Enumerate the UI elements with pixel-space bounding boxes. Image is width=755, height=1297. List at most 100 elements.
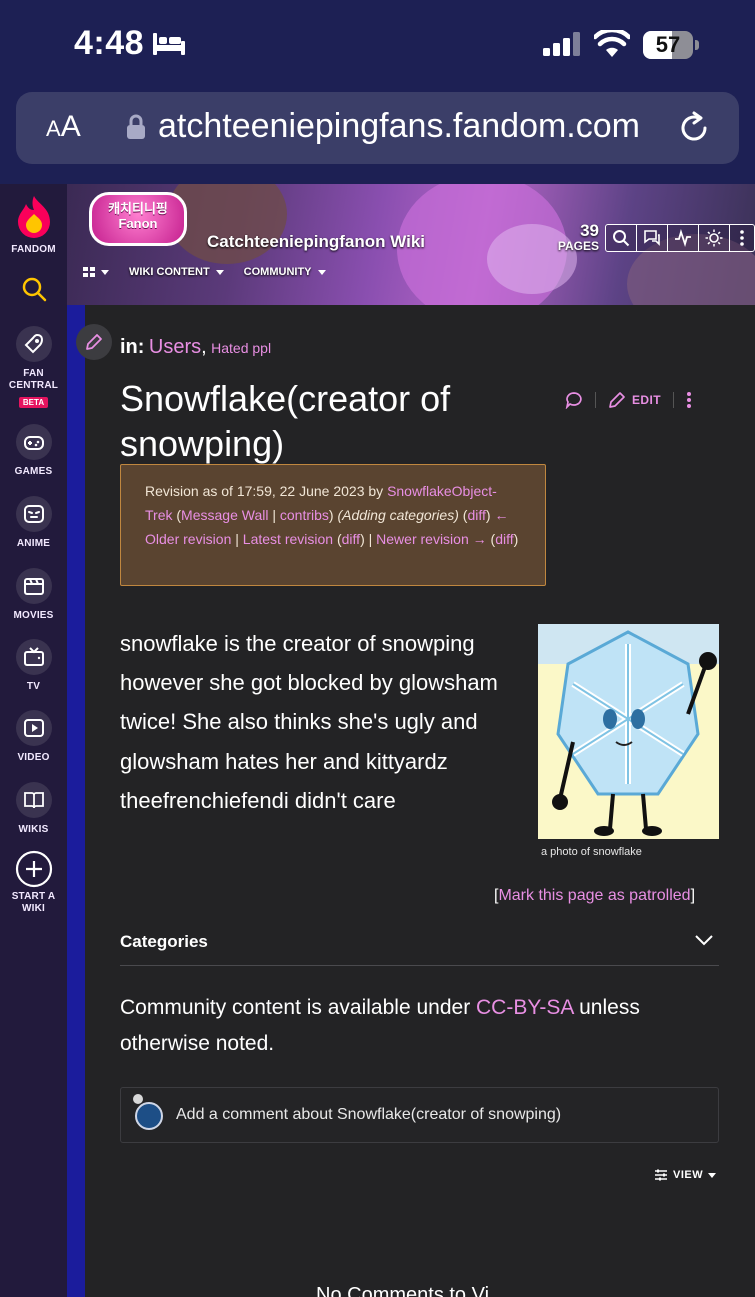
ios-top-chrome: 4:48 57 AA atchteeniepingfans.fandom.com [0, 0, 755, 184]
fandom-global-nav: FANDOM FAN CENTRAL BETA GAMES ANIME MOVI… [0, 184, 67, 1297]
avatar-edit-badge [133, 1094, 143, 1104]
rail-label: WIKIS [18, 824, 49, 835]
pages-count: 39 PAGES [557, 221, 599, 253]
battery-indicator: 57 [643, 31, 699, 59]
rail-item-movies[interactable]: MOVIES [0, 568, 67, 622]
page-more-icon[interactable] [686, 391, 692, 409]
page-title: Snowflake(creator of snowping) [120, 378, 451, 464]
rail-label: VIDEO [17, 752, 50, 763]
article-body: snowflake is the creator of snowping how… [120, 631, 498, 813]
newer-revision-link[interactable]: Newer revision → [376, 531, 486, 547]
diff-link[interactable]: diff [467, 507, 485, 523]
quick-edit-button[interactable] [76, 324, 112, 360]
no-comments-text: No Comments to Vi... [316, 1284, 506, 1297]
clapper-icon [23, 578, 44, 595]
rail-item-video[interactable]: VIDEO [0, 710, 67, 764]
category-link-users[interactable]: Users [149, 336, 201, 358]
lock-icon [127, 114, 145, 139]
search-icon [613, 230, 630, 247]
rail-item-fan-central[interactable]: FAN CENTRAL BETA [0, 326, 67, 410]
book-icon [23, 792, 44, 809]
reader-aa-button[interactable]: AA [46, 110, 81, 144]
edit-summary: (Adding categories) [337, 507, 459, 523]
comment-input[interactable]: Add a comment about Snowflake(creator of… [120, 1087, 719, 1143]
avatar [135, 1102, 163, 1130]
rail-label: START A WIKI [11, 891, 56, 914]
fandom-logo[interactable]: FANDOM [0, 194, 67, 256]
accent-stripe [67, 305, 85, 1297]
fandom-label: FANDOM [11, 244, 56, 255]
rail-label: ANIME [16, 538, 51, 549]
anime-icon [23, 505, 44, 523]
url-text[interactable]: atchteeniepingfans.fandom.com [158, 107, 640, 146]
sun-icon [705, 229, 723, 247]
license-link[interactable]: CC-BY-SA [476, 996, 573, 1019]
pencil-icon [86, 334, 102, 350]
rocket-icon [24, 333, 43, 354]
rail-label: FAN CENTRAL [8, 368, 59, 391]
edit-button[interactable]: EDIT [632, 393, 661, 407]
more-tools-button[interactable] [730, 225, 754, 251]
video-icon [23, 719, 44, 737]
sleep-focus-icon [153, 33, 185, 55]
rail-label: MOVIES [13, 610, 54, 621]
wiki-logo[interactable]: 캐치티니핑 Fanon [89, 192, 187, 246]
explore-menu[interactable] [83, 266, 109, 278]
gamepad-icon [23, 436, 44, 450]
wiki-search-button[interactable] [606, 225, 637, 251]
page-actions: EDIT [565, 391, 692, 409]
nav-wiki-content[interactable]: WIKI CONTENT [129, 266, 224, 278]
rail-item-wikis[interactable]: WIKIS [0, 782, 67, 836]
diff-link[interactable]: diff [342, 531, 360, 547]
article-image[interactable] [538, 624, 719, 839]
mark-patrolled-link[interactable]: Mark this page as patrolled [498, 887, 690, 904]
recent-activity-button[interactable] [668, 225, 699, 251]
wiki-tools [605, 224, 755, 252]
wifi-icon [594, 30, 630, 57]
in-label: in: [120, 336, 145, 358]
wiki-header: 캐치티니핑 Fanon Catchteeniepingfanon Wiki 39… [67, 184, 755, 305]
address-bar[interactable]: AA atchteeniepingfans.fandom.com [16, 92, 739, 164]
category-link-hated-ppl[interactable]: Hated ppl [211, 340, 271, 356]
cellular-signal-icon [543, 32, 580, 56]
activity-icon [675, 229, 691, 247]
diff-link[interactable]: diff [495, 531, 513, 547]
message-wall-link[interactable]: Message Wall [181, 507, 268, 523]
reload-icon[interactable] [676, 110, 712, 146]
chevron-down-icon [695, 935, 713, 946]
beta-badge: BETA [18, 397, 49, 408]
comment-placeholder: Add a comment about Snowflake(creator of… [176, 1106, 562, 1123]
discussions-button[interactable] [637, 225, 668, 251]
categories-section[interactable]: Categories [120, 928, 719, 966]
filter-icon [655, 1169, 667, 1181]
plus-circle-icon [15, 850, 52, 888]
page-categories: in: Users, Hated ppl [120, 336, 272, 358]
explore-icon [83, 267, 95, 277]
categories-header: Categories [120, 932, 208, 951]
revision-prefix: Revision as of 17:59, 22 June 2023 by [145, 483, 388, 499]
latest-revision-link[interactable]: Latest revision [243, 531, 333, 547]
status-time: 4:48 [74, 24, 145, 62]
wiki-name[interactable]: Catchteeniepingfanon Wiki [207, 232, 425, 252]
rail-search[interactable] [0, 276, 67, 302]
battery-percent: 57 [655, 32, 681, 57]
view-sort-button[interactable]: VIEW [654, 1168, 717, 1182]
revision-notice: Revision as of 17:59, 22 June 2023 by Sn… [120, 464, 546, 586]
rail-item-start-a-wiki[interactable]: START A WIKI [0, 850, 67, 915]
fandom-flame-icon [17, 196, 50, 238]
theme-toggle-button[interactable] [699, 225, 730, 251]
talk-icon[interactable] [565, 391, 583, 409]
pencil-icon[interactable] [608, 391, 626, 409]
contribs-link[interactable]: contribs [280, 507, 329, 523]
wiki-nav: WIKI CONTENT COMMUNITY [83, 266, 326, 278]
kebab-icon [740, 230, 744, 246]
nav-community[interactable]: COMMUNITY [244, 266, 326, 278]
image-caption: a photo of snowflake [541, 846, 642, 858]
patrol-notice: [Mark this page as patrolled] [494, 887, 696, 904]
rail-item-tv[interactable]: TV [0, 639, 67, 693]
search-icon [22, 277, 46, 302]
rail-label: TV [26, 681, 41, 692]
rail-item-anime[interactable]: ANIME [0, 496, 67, 550]
rail-item-games[interactable]: GAMES [0, 424, 67, 478]
snowflake-character-image [538, 624, 719, 839]
